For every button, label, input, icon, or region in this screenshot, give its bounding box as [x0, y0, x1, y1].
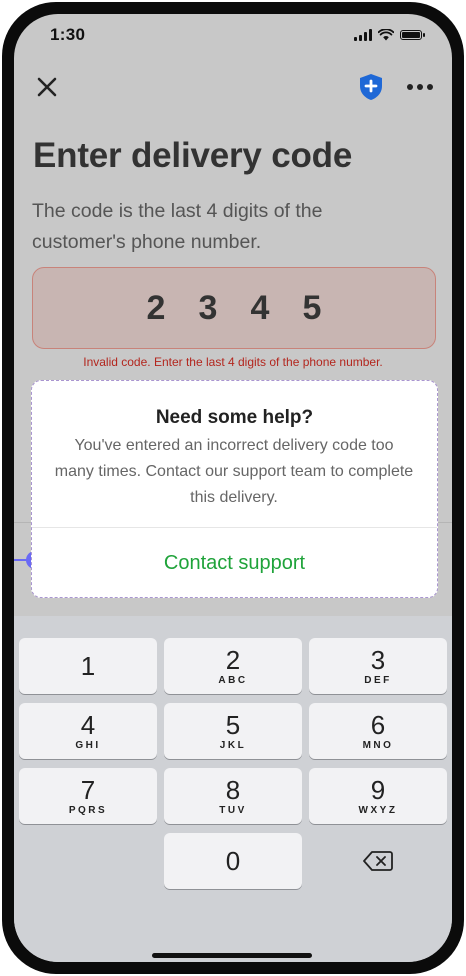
- key-number: 9: [370, 774, 386, 805]
- safety-button[interactable]: [358, 72, 384, 102]
- top-bar: [14, 66, 452, 110]
- key-letters: DEF: [364, 674, 392, 686]
- shield-icon: [360, 74, 382, 100]
- contact-support-button[interactable]: Contact support: [32, 528, 437, 597]
- phone-frame: 1:30 Enter delivery code The code is the…: [2, 2, 464, 974]
- code-digit: 2: [146, 288, 166, 327]
- key-8[interactable]: 8 TUV: [164, 768, 302, 824]
- help-dialog: Need some help? You've entered an incorr…: [31, 380, 438, 598]
- key-2[interactable]: 2 ABC: [164, 638, 302, 694]
- backspace-icon: [363, 851, 393, 871]
- key-letters: WXYZ: [358, 804, 398, 816]
- wifi-icon: [378, 29, 394, 41]
- status-icons: [354, 28, 425, 42]
- dialog-body: You've entered an incorrect delivery cod…: [54, 437, 414, 506]
- code-input[interactable]: 2 3 4 5: [32, 267, 436, 349]
- code-digit: 4: [250, 288, 270, 327]
- key-4[interactable]: 4 GHI: [19, 703, 157, 759]
- key-number: 4: [80, 709, 96, 740]
- key-number: 8: [225, 774, 241, 805]
- page-title: Enter delivery code: [33, 136, 353, 175]
- key-number: 5: [225, 709, 241, 740]
- key-number: 0: [225, 846, 241, 876]
- status-bar: 1:30: [14, 14, 452, 58]
- code-digit: 3: [198, 288, 218, 327]
- backspace-key[interactable]: [309, 833, 447, 889]
- home-indicator[interactable]: [152, 953, 312, 958]
- key-letters: ABC: [218, 674, 248, 686]
- more-icon: [407, 84, 433, 90]
- key-1[interactable]: 1: [19, 638, 157, 694]
- page-subtitle: The code is the last 4 digits of the cus…: [32, 200, 323, 253]
- close-button[interactable]: [34, 74, 60, 100]
- key-letters: MNO: [362, 739, 394, 751]
- key-letters: PQRS: [68, 804, 108, 816]
- key-6[interactable]: 6 MNO: [309, 703, 447, 759]
- key-0[interactable]: 0: [164, 833, 302, 889]
- code-digit: 5: [302, 288, 322, 327]
- key-number: 2: [225, 644, 241, 675]
- key-5[interactable]: 5 JKL: [164, 703, 302, 759]
- battery-icon: [400, 30, 425, 40]
- key-number: 7: [80, 774, 96, 805]
- dialog-title: Need some help?: [155, 407, 314, 428]
- key-3[interactable]: 3 DEF: [309, 638, 447, 694]
- key-number: 6: [370, 709, 386, 740]
- more-options-button[interactable]: [402, 74, 438, 100]
- key-9[interactable]: 9 WXYZ: [309, 768, 447, 824]
- key-letters: GHI: [75, 739, 101, 751]
- key-letters: JKL: [219, 739, 247, 751]
- key-number: 1: [80, 651, 96, 681]
- close-icon: [37, 77, 57, 97]
- key-letters: TUV: [219, 804, 247, 816]
- key-number: 3: [370, 644, 386, 675]
- error-message: Invalid code. Enter the last 4 digits of…: [83, 355, 383, 369]
- status-time: 1:30: [50, 25, 86, 44]
- key-7[interactable]: 7 PQRS: [19, 768, 157, 824]
- numeric-keypad: 1 2 ABC 3 DEF 4 GHI 5 JKL 6 MNO 7 PQRS 8…: [14, 616, 452, 962]
- cellular-signal-icon: [354, 29, 372, 41]
- screen: 1:30 Enter delivery code The code is the…: [14, 14, 452, 962]
